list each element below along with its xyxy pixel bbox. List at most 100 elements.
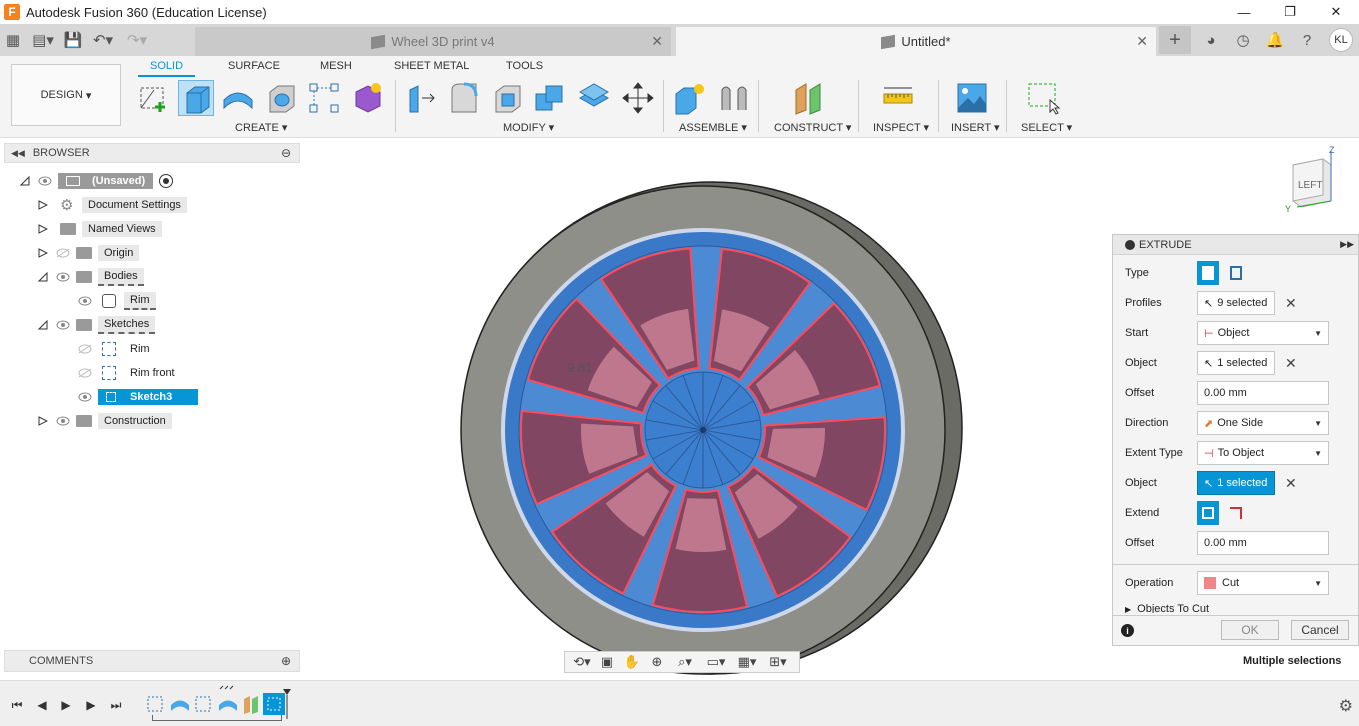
offset-input[interactable]: 0.00 mm (1197, 531, 1329, 555)
combine-icon[interactable] (532, 80, 568, 116)
avatar[interactable]: KL (1329, 28, 1353, 52)
tree-item-sketches[interactable]: Sketches (38, 315, 156, 335)
extend-faces-icon[interactable] (1197, 501, 1219, 525)
move-copy-icon[interactable] (620, 80, 656, 116)
offset-plane-icon[interactable] (792, 80, 828, 116)
viewports-icon[interactable]: ⊞▾ (764, 653, 792, 671)
hidden-eye-icon[interactable] (56, 248, 70, 258)
tab-surface[interactable]: SURFACE (228, 60, 280, 76)
expand-triangle-icon[interactable] (38, 416, 48, 426)
insert-image-icon[interactable] (954, 80, 990, 116)
tree-item-body-rim[interactable]: Rim (78, 291, 156, 311)
create-form-icon[interactable] (350, 80, 386, 116)
insert-menu[interactable]: INSERT ▾ (951, 121, 1000, 134)
minimize-icon[interactable]: — (1221, 0, 1267, 24)
file-menu-icon[interactable]: ▤▾ (26, 28, 60, 52)
info-icon[interactable]: i (1121, 624, 1134, 637)
modify-menu[interactable]: MODIFY ▾ (503, 121, 554, 134)
visibility-eye-icon[interactable] (38, 176, 52, 186)
expand-triangle-icon[interactable] (38, 200, 48, 210)
fillet-icon[interactable] (446, 80, 482, 116)
visibility-eye-icon[interactable] (78, 392, 92, 402)
visibility-eye-icon[interactable] (56, 416, 70, 426)
tree-item-construction[interactable]: Construction (38, 411, 172, 431)
construct-menu[interactable]: CONSTRUCT ▾ (774, 121, 851, 134)
sketch-dimension[interactable]: 9.81 (567, 360, 592, 375)
select-window-icon[interactable] (1026, 80, 1062, 116)
tree-item-origin[interactable]: Origin (38, 243, 140, 263)
pan-icon[interactable]: ✋ (621, 653, 643, 671)
select-menu[interactable]: SELECT ▾ (1021, 121, 1072, 134)
extrude-type-solid-icon[interactable] (1197, 261, 1219, 285)
look-at-icon[interactable]: ▣ (596, 653, 618, 671)
timeline-sketch-feature-icon[interactable] (144, 693, 168, 715)
tree-item-bodies[interactable]: Bodies (38, 267, 144, 287)
direction-select[interactable]: ⬈ One Side ▼ (1197, 411, 1329, 435)
view-cube[interactable]: LEFT Z Y (1283, 143, 1343, 214)
tab-solid[interactable]: SOLID (138, 60, 196, 77)
inspect-menu[interactable]: INSPECT ▾ (873, 121, 929, 134)
hidden-eye-icon[interactable] (78, 368, 92, 378)
operation-select[interactable]: Cut ▼ (1197, 571, 1329, 595)
extrude-icon[interactable] (178, 80, 214, 116)
press-pull-icon[interactable] (404, 80, 440, 116)
offset-face-icon[interactable] (576, 80, 612, 116)
tab-tools[interactable]: TOOLS (506, 60, 543, 76)
apps-grid-icon[interactable]: ▦ (0, 28, 26, 52)
step-back-icon[interactable]: ◀ (34, 697, 50, 713)
timeline-plane-feature-icon[interactable] (240, 693, 264, 715)
fit-icon[interactable]: ⌕▾ (671, 653, 699, 671)
timeline-revolve-feature-icon[interactable] (216, 685, 240, 715)
min-solution-icon[interactable] (1225, 501, 1247, 525)
hidden-eye-icon[interactable] (78, 344, 92, 354)
timeline-settings-gear-icon[interactable]: ⚙ (1339, 696, 1353, 716)
hole-icon[interactable] (264, 80, 300, 116)
expand-dialog-icon[interactable]: ▶▶ (1340, 239, 1354, 250)
extensions-icon[interactable]: ◕ (1195, 26, 1227, 54)
clear-selection-icon[interactable]: ✕ (1285, 355, 1297, 372)
measure-icon[interactable] (880, 80, 916, 116)
tab-mesh[interactable]: MESH (320, 60, 352, 76)
cancel-button[interactable]: Cancel (1291, 620, 1349, 640)
extent-type-select[interactable]: ⊣ To Object ▼ (1197, 441, 1329, 465)
clear-selection-icon[interactable]: ✕ (1285, 475, 1297, 492)
revolve-icon[interactable] (220, 80, 256, 116)
object-selection[interactable]: ↖ 1 selected (1197, 351, 1275, 375)
timeline-marker[interactable] (283, 689, 291, 719)
grid-settings-icon[interactable]: ▦▾ (733, 653, 761, 671)
pattern-icon[interactable] (306, 80, 342, 116)
notifications-icon[interactable]: 🔔 (1259, 26, 1291, 54)
ok-button[interactable]: OK (1221, 620, 1279, 640)
play-icon[interactable]: ▶ (58, 697, 74, 713)
help-icon[interactable]: ? (1291, 26, 1323, 54)
tab-sheet-metal[interactable]: SHEET METAL (394, 60, 469, 76)
collapse-triangle-icon[interactable] (38, 320, 48, 330)
object-selection-active[interactable]: ↖ 1 selected (1197, 471, 1275, 495)
zoom-icon[interactable]: ⊕ (646, 653, 668, 671)
shell-icon[interactable] (490, 80, 526, 116)
redo-icon[interactable]: ↷▾ (120, 28, 154, 52)
offset-input[interactable]: 0.00 mm (1197, 381, 1329, 405)
minimize-panel-icon[interactable]: ⊖ (281, 146, 291, 160)
start-select[interactable]: ⊢ Object ▼ (1197, 321, 1329, 345)
timeline-sketch-feature-icon[interactable] (192, 693, 216, 715)
close-tab-icon[interactable]: ✕ (1136, 33, 1148, 50)
step-forward-icon[interactable]: ▶ (83, 697, 99, 713)
create-sketch-icon[interactable] (136, 80, 172, 116)
close-tab-icon[interactable]: ✕ (651, 33, 663, 50)
visibility-eye-icon[interactable] (56, 320, 70, 330)
go-to-end-icon[interactable]: ⏭ (108, 697, 124, 713)
go-to-start-icon[interactable]: ⏮ (9, 697, 25, 713)
objects-to-cut-section[interactable]: ▶ Objects To Cut (1125, 603, 1351, 613)
new-tab-icon[interactable]: + (1159, 26, 1191, 54)
tree-item-sketch3[interactable]: Sketch3 (78, 387, 199, 407)
collapse-triangle-icon[interactable] (38, 272, 48, 282)
workspace-switcher[interactable]: DESIGN ▾ (11, 64, 121, 126)
expand-triangle-icon[interactable] (38, 248, 48, 258)
activate-radio-icon[interactable] (159, 174, 174, 188)
joint-icon[interactable] (716, 80, 752, 116)
tree-item-sketch-rim-front[interactable]: Rim front (78, 363, 181, 383)
assemble-menu[interactable]: ASSEMBLE ▾ (679, 121, 747, 134)
minimize-dialog-icon[interactable] (1125, 239, 1135, 250)
new-component-icon[interactable] (672, 80, 708, 116)
